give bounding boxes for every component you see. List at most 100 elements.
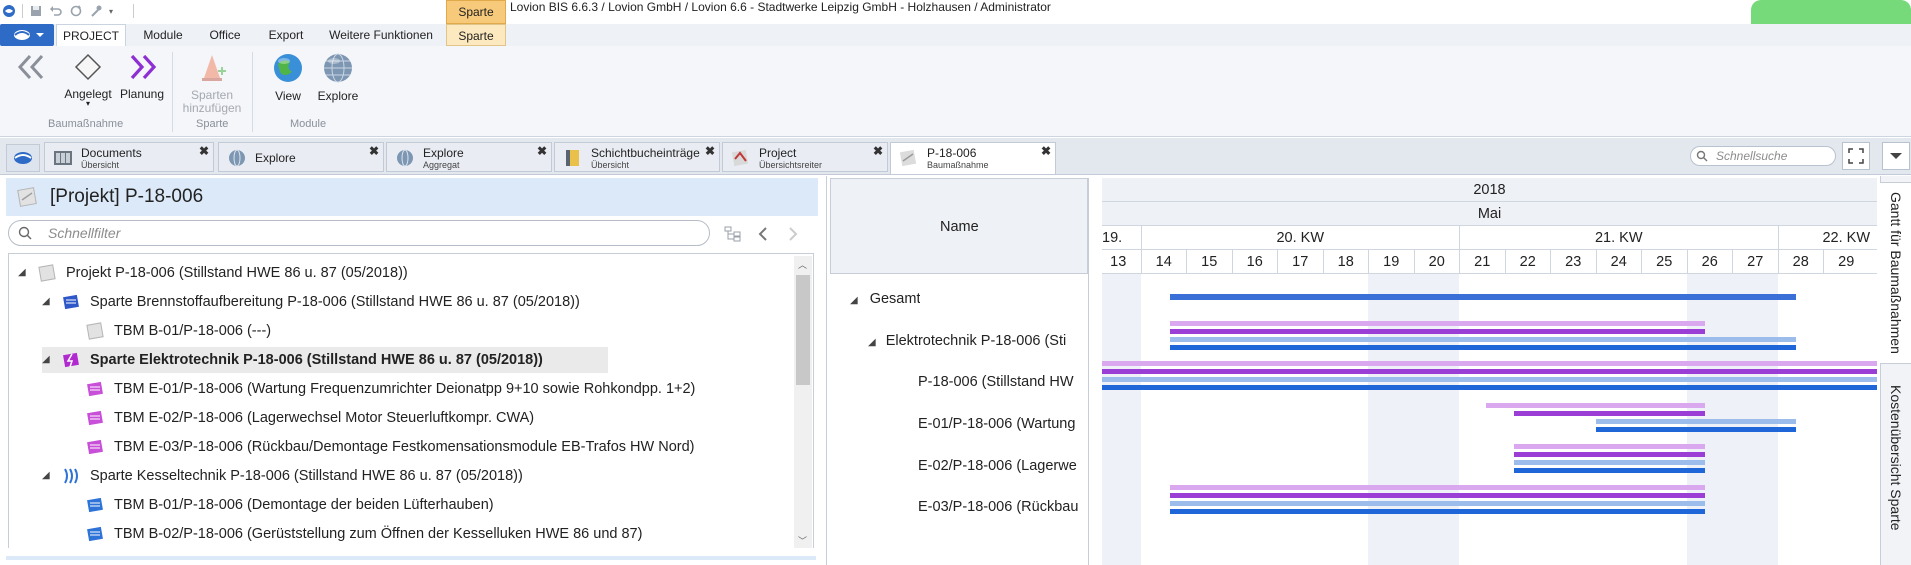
gantt-row-name[interactable]: E-02/P-18-006 (Lagerwe xyxy=(918,458,1086,474)
undo-icon[interactable] xyxy=(49,4,63,18)
app-logo-icon xyxy=(14,152,32,164)
tab-list-dropdown[interactable] xyxy=(1882,142,1910,170)
tab-schichtbucheintraege[interactable]: Schichtbucheinträge Übersicht ✖ xyxy=(554,142,720,172)
gantt-bar[interactable] xyxy=(1513,452,1705,457)
gantt-row-name[interactable]: P-18-006 (Stillstand HW xyxy=(918,374,1086,390)
gantt-bar[interactable] xyxy=(1170,294,1796,300)
collapse-triangle-icon[interactable]: ◢ xyxy=(42,463,50,489)
gantt-row-name[interactable]: E-01/P-18-006 (Wartung xyxy=(918,416,1086,432)
gantt-bar[interactable] xyxy=(1102,385,1877,390)
chevron-right-icon[interactable] xyxy=(786,226,800,242)
tab-export[interactable]: Export xyxy=(258,24,314,46)
collapse-triangle-icon[interactable]: ◢ xyxy=(850,295,858,306)
gantt-chart: 2018Mai19. KW20. KW21. KW22. KW131415161… xyxy=(1102,178,1877,565)
gantt-bar[interactable] xyxy=(1170,337,1796,342)
tree-item-label: TBM E-02/P-18-006 (Lagerwechsel Motor St… xyxy=(114,410,535,426)
tab-project[interactable]: Project Übersichtsreiter ✖ xyxy=(722,142,888,172)
qat-dropdown-icon[interactable]: ▾ xyxy=(109,7,113,16)
planung-button[interactable]: Planung xyxy=(118,52,166,101)
week-header-row: 19. KW 20. KW21. KW22. KW xyxy=(1102,226,1877,270)
close-icon[interactable]: ✖ xyxy=(705,144,715,158)
collapse-triangle-icon[interactable]: ◢ xyxy=(42,347,50,373)
tab-sparte[interactable]: Sparte xyxy=(446,24,506,46)
group-label-baumassnahme: Baumaßnahme xyxy=(48,118,124,130)
chevron-left-icon[interactable] xyxy=(756,226,770,242)
gantt-row-name[interactable]: ◢ Elektrotechnik P-18-006 (Sti xyxy=(868,333,1086,349)
context-tab-sparte[interactable]: Sparte xyxy=(446,0,506,24)
project-icon xyxy=(17,187,37,207)
gantt-row-name[interactable]: E-03/P-18-006 (Rückbau xyxy=(918,499,1086,515)
tab-explore-aggregat[interactable]: Explore Aggregat ✖ xyxy=(386,142,552,172)
explore-label: Explore xyxy=(317,89,359,103)
gantt-bar[interactable] xyxy=(1102,377,1877,382)
tab-weitere-funktionen[interactable]: Weitere Funktionen xyxy=(322,24,440,46)
home-tab[interactable] xyxy=(6,144,40,172)
day-label: 19 xyxy=(1368,250,1414,273)
collapse-triangle-icon[interactable]: ◢ xyxy=(42,289,50,315)
scroll-down-icon[interactable]: ﹀ xyxy=(798,534,807,547)
tab-explore[interactable]: Explore ✖ xyxy=(218,142,384,172)
tab-project[interactable]: PROJECT xyxy=(56,24,126,46)
gantt-bar[interactable] xyxy=(1170,501,1705,506)
fullscreen-button[interactable] xyxy=(1842,142,1870,170)
close-icon[interactable]: ✖ xyxy=(199,144,209,158)
back-button[interactable] xyxy=(14,52,50,85)
tree-scrollbar-thumb[interactable] xyxy=(796,275,810,385)
close-icon[interactable]: ✖ xyxy=(537,144,547,158)
gantt-bar[interactable] xyxy=(1513,468,1705,473)
chevron-down-icon xyxy=(1890,153,1902,159)
side-tab-gantt[interactable]: Gantt für Baumaßnahmen xyxy=(1880,182,1911,364)
group-label-module: Module xyxy=(290,118,327,130)
globe-icon xyxy=(397,149,413,167)
day-label: 17 xyxy=(1277,250,1323,273)
scroll-up-icon[interactable]: ︿ xyxy=(798,258,807,271)
close-icon[interactable]: ✖ xyxy=(1041,144,1051,158)
app-menu-button[interactable] xyxy=(0,24,54,46)
gantt-bar[interactable] xyxy=(1170,329,1705,334)
tree-item-sparte-selected[interactable]: ◢ Sparte Elektrotechnik P-18-006 (Stills… xyxy=(42,347,608,373)
gantt-bar[interactable] xyxy=(1595,427,1796,432)
gantt-bar[interactable] xyxy=(1170,345,1796,350)
side-tab-kostenuebersicht[interactable]: Kostenübersicht Sparte xyxy=(1880,368,1911,548)
tab-office[interactable]: Office xyxy=(200,24,250,46)
explore-button[interactable]: Explore xyxy=(316,52,360,103)
save-icon[interactable] xyxy=(29,4,43,18)
app-logo-icon[interactable] xyxy=(2,4,16,18)
day-label: 26 xyxy=(1686,250,1733,273)
tree-item-label: Projekt P-18-006 (Stillstand HWE 86 u. 8… xyxy=(66,265,408,281)
gantt-bar[interactable] xyxy=(1486,403,1705,408)
refresh-icon[interactable] xyxy=(69,4,83,18)
gantt-bar[interactable] xyxy=(1595,419,1796,424)
tab-documents[interactable]: Documents Übersicht ✖ xyxy=(44,142,214,172)
close-icon[interactable]: ✖ xyxy=(369,144,379,158)
year-label: 2018 xyxy=(1473,182,1506,198)
gantt-bar[interactable] xyxy=(1102,369,1877,374)
tab-module[interactable]: Module xyxy=(136,24,190,46)
angelegt-button[interactable]: Angelegt ▾ xyxy=(60,52,116,108)
wrench-icon[interactable] xyxy=(89,4,103,18)
gantt-bar[interactable] xyxy=(1170,321,1705,326)
week-label: 20. KW xyxy=(1140,226,1460,249)
tab-p-18-006[interactable]: P-18-006 Baumaßnahme ✖ xyxy=(890,142,1056,174)
view-button[interactable]: View xyxy=(268,52,308,103)
gantt-bar[interactable] xyxy=(1170,493,1705,498)
day-label: 16 xyxy=(1231,250,1278,273)
collapse-triangle-icon[interactable]: ◢ xyxy=(868,337,876,348)
globe-green-icon xyxy=(274,54,302,82)
gantt-bar[interactable] xyxy=(1102,361,1877,366)
angelegt-dropdown-icon: ▾ xyxy=(85,99,90,108)
tbm-grey-icon xyxy=(86,322,104,340)
tab-subtitle: Baumaßnahme xyxy=(927,160,989,170)
gantt-bar[interactable] xyxy=(1513,460,1705,465)
collapse-triangle-icon[interactable]: ◢ xyxy=(18,260,26,286)
sparten-hinzufuegen-button[interactable]: Sparten hinzufügen xyxy=(180,52,244,115)
gantt-bar[interactable] xyxy=(1513,411,1705,416)
traffic-cone-add-icon xyxy=(202,55,226,81)
gantt-bar[interactable] xyxy=(1513,444,1705,449)
gantt-bar[interactable] xyxy=(1170,509,1705,514)
day-header-row: 13 14 15 16 17 18 19 20 21 22 23 24 25 26 27 28 29 xyxy=(1102,250,1877,274)
gantt-row-name[interactable]: ◢ Gesamt xyxy=(850,291,920,307)
close-icon[interactable]: ✖ xyxy=(873,144,883,158)
gantt-bar[interactable] xyxy=(1170,485,1705,490)
tree-structure-icon[interactable] xyxy=(724,226,742,242)
